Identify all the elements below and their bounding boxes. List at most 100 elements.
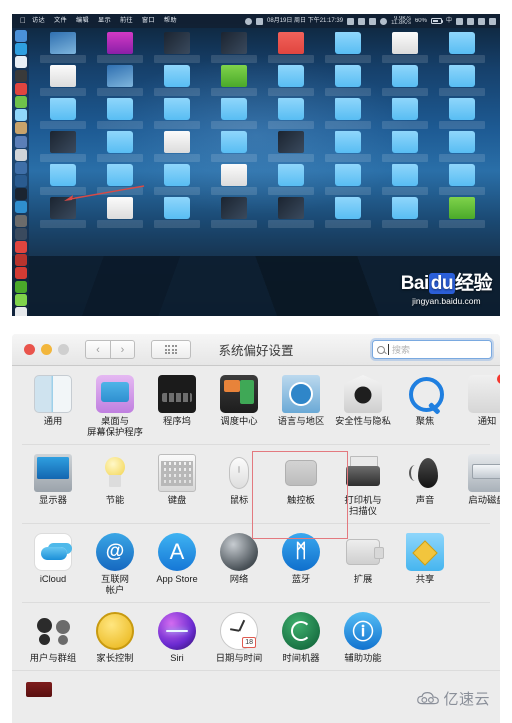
- pref-item-extensions[interactable]: 扩展: [332, 533, 394, 596]
- desktop-file-item[interactable]: [205, 164, 262, 195]
- pref-item-sharing[interactable]: 共享: [394, 533, 456, 596]
- desktop-file-item[interactable]: [91, 65, 148, 96]
- dock-item[interactable]: [14, 227, 27, 240]
- desktop-file-item[interactable]: [34, 131, 91, 162]
- menu-item-window[interactable]: 窗口: [142, 14, 155, 28]
- pref-item-displays[interactable]: 显示器: [22, 454, 84, 517]
- dock-item[interactable]: [14, 56, 27, 69]
- desktop-file-item[interactable]: [91, 98, 148, 129]
- desktop-file-item[interactable]: [148, 164, 205, 195]
- dock-item[interactable]: [14, 148, 27, 161]
- dock-item[interactable]: [14, 95, 27, 108]
- desktop-file-item[interactable]: [262, 164, 319, 195]
- pref-item-keyboard[interactable]: 键盘: [146, 454, 208, 517]
- pref-item-internet-accounts[interactable]: @ 互联网 帐户: [84, 533, 146, 596]
- menu-list-icon[interactable]: [489, 17, 496, 25]
- pref-item-accessibility[interactable]: ⓘ 辅助功能: [332, 612, 394, 664]
- pref-item-time-machine[interactable]: 时间机器: [270, 612, 332, 664]
- desktop-file-item[interactable]: [148, 197, 205, 228]
- desktop-file-item[interactable]: [148, 32, 205, 63]
- dock-item[interactable]: [14, 267, 27, 280]
- desktop-file-item[interactable]: [376, 65, 433, 96]
- wifi-icon[interactable]: [380, 17, 388, 25]
- desktop-file-item[interactable]: [148, 65, 205, 96]
- dock-item[interactable]: [14, 241, 27, 253]
- pref-item-parental-controls[interactable]: 家长控制: [84, 612, 146, 664]
- dock-item[interactable]: [14, 43, 27, 56]
- desktop-file-item[interactable]: [91, 32, 148, 63]
- dock-item[interactable]: [14, 82, 27, 95]
- desktop-file-item[interactable]: [376, 164, 433, 195]
- pref-item-notifications[interactable]: 通知: [456, 373, 500, 438]
- pref-item-siri[interactable]: Siri: [146, 612, 208, 664]
- menu-item-finder[interactable]: 访达: [32, 14, 45, 28]
- app-icon[interactable]: [369, 17, 377, 25]
- desktop-file-item[interactable]: [262, 131, 319, 162]
- menu-item-edit[interactable]: 编辑: [76, 14, 89, 28]
- show-all-grid-button[interactable]: [151, 340, 191, 359]
- desktop-file-item[interactable]: [262, 32, 319, 63]
- screen-mirroring-icon[interactable]: [245, 17, 253, 25]
- dock-item[interactable]: [14, 109, 27, 122]
- pref-item-mission-control[interactable]: 调度中心: [208, 375, 270, 438]
- pref-item-security-privacy[interactable]: 安全性与隐私: [332, 375, 394, 438]
- desktop-file-item[interactable]: [433, 98, 490, 129]
- apple-logo-icon[interactable]: : [20, 14, 26, 28]
- forward-button[interactable]: ›: [110, 340, 135, 359]
- pref-item-icloud[interactable]: iCloud: [22, 533, 84, 596]
- desktop-file-item[interactable]: [91, 131, 148, 162]
- pref-item-general[interactable]: 通用: [22, 375, 84, 438]
- desktop-file-item[interactable]: [319, 32, 376, 63]
- pref-item-dock[interactable]: 程序坞: [146, 375, 208, 438]
- system-preferences-window[interactable]: ‹ › 系统偏好设置 搜索 通用 桌面与 屏幕保护程序 程序坞 调度中心 语言与地区 安全性…: [12, 334, 500, 723]
- desktop-file-item[interactable]: [433, 131, 490, 162]
- pref-item-users-groups[interactable]: 用户与群组: [22, 612, 84, 664]
- desktop-file-item[interactable]: [34, 65, 91, 96]
- search-input[interactable]: 搜索: [372, 340, 492, 359]
- dock-item[interactable]: [14, 175, 27, 188]
- back-button[interactable]: ‹: [85, 340, 110, 359]
- dock-item[interactable]: [14, 188, 27, 201]
- bluetooth-icon[interactable]: [467, 17, 474, 25]
- desktop-file-item[interactable]: [433, 32, 490, 63]
- menu-item-go[interactable]: 前往: [120, 14, 133, 28]
- dock-item[interactable]: [14, 293, 27, 306]
- desktop-file-item[interactable]: [376, 98, 433, 129]
- left-dock[interactable]: [12, 28, 29, 316]
- pref-item-startup-disk[interactable]: 启动磁盘: [456, 454, 500, 517]
- monitor-icon[interactable]: [358, 17, 366, 25]
- desktop-file-item[interactable]: [319, 65, 376, 96]
- dock-item[interactable]: [14, 254, 27, 267]
- star-icon[interactable]: [478, 17, 485, 25]
- close-button[interactable]: [24, 344, 35, 355]
- dock-item[interactable]: [14, 306, 27, 316]
- desktop-file-item[interactable]: [205, 32, 262, 63]
- menu-bar-datetime[interactable]: 08月19日 周日 下午21:17:39: [267, 14, 343, 28]
- dock-item[interactable]: [14, 122, 27, 135]
- pref-item-mouse[interactable]: 鼠标: [208, 454, 270, 517]
- dock-item[interactable]: [14, 214, 27, 227]
- desktop-file-item[interactable]: [319, 98, 376, 129]
- sync-icon[interactable]: [456, 17, 463, 25]
- display-icon[interactable]: [347, 17, 355, 25]
- pref-item-network[interactable]: 网络: [208, 533, 270, 596]
- pref-item-date-time[interactable]: 18 日期与时间: [208, 612, 270, 664]
- desktop-file-item[interactable]: [319, 131, 376, 162]
- calendar-icon[interactable]: [256, 17, 264, 25]
- pref-item-app-store[interactable]: A App Store: [146, 533, 208, 596]
- dock-item[interactable]: [14, 30, 27, 42]
- menu-item-view[interactable]: 显示: [98, 14, 111, 28]
- desktop-file-item[interactable]: [205, 65, 262, 96]
- desktop-file-item[interactable]: [34, 32, 91, 63]
- desktop-file-item[interactable]: [319, 164, 376, 195]
- pref-item-sound[interactable]: 声音: [394, 454, 456, 517]
- dock-item[interactable]: [14, 69, 27, 82]
- input-method-label[interactable]: 中: [446, 14, 452, 28]
- desktop-file-item[interactable]: [319, 197, 376, 228]
- pref-item-spotlight[interactable]: 聚焦: [394, 375, 456, 438]
- desktop-file-item[interactable]: [148, 98, 205, 129]
- pref-item-trackpad[interactable]: 触控板: [270, 454, 332, 517]
- dock-item[interactable]: [14, 135, 27, 148]
- pref-item-energy-saver[interactable]: 节能: [84, 454, 146, 517]
- pref-item-desktop-screensaver[interactable]: 桌面与 屏幕保护程序: [84, 375, 146, 438]
